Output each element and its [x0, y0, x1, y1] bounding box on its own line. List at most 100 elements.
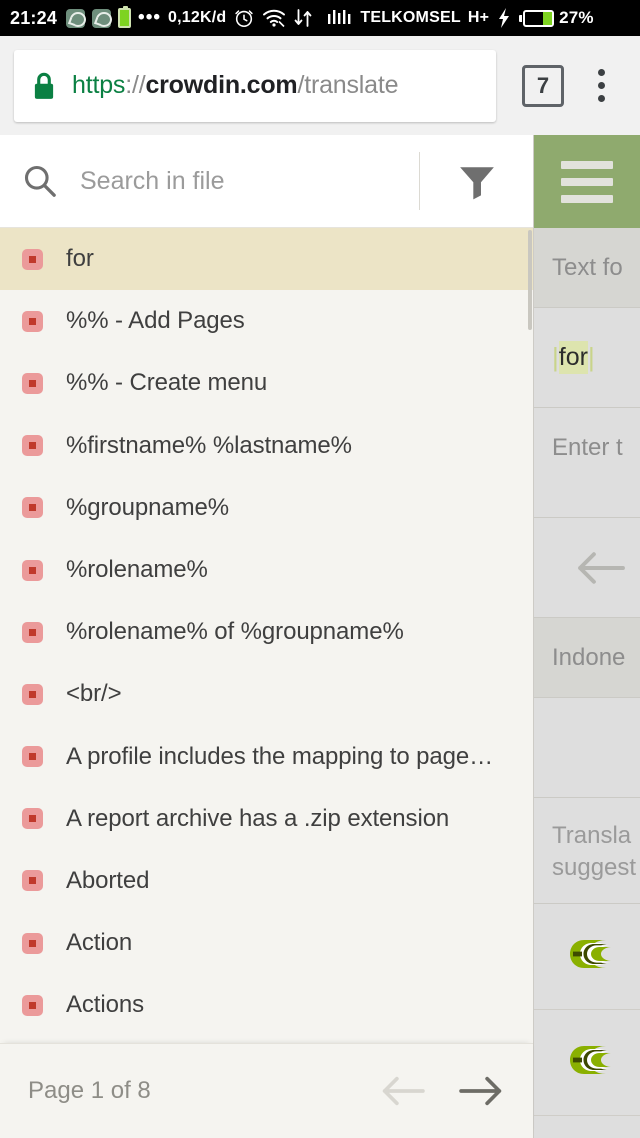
untranslated-status-icon	[22, 994, 43, 1016]
translation-input[interactable]: Enter t	[534, 408, 640, 518]
translation-panel: Text fo | for | Enter t Indone Transla sug…	[533, 135, 640, 1138]
panel-spacer	[534, 698, 640, 798]
list-scrollbar-thumb[interactable]	[528, 230, 532, 330]
status-dot	[29, 690, 36, 698]
string-row[interactable]: A profile includes the mapping to page…	[0, 726, 533, 788]
alarm-clock-icon	[233, 7, 255, 29]
highlight-start-marker: |	[552, 342, 559, 372]
list-scrollbar[interactable]	[528, 228, 533, 1043]
android-status-bar: 21:24 ••• 0,12K/d TELKOMSEL H+ 27%	[0, 0, 640, 36]
status-dot	[29, 1001, 36, 1009]
untranslated-status-icon	[22, 435, 43, 457]
string-row[interactable]: Action	[0, 912, 533, 974]
untranslated-status-icon	[22, 310, 43, 332]
battery-percent: 27%	[559, 8, 594, 27]
string-row[interactable]: Actions	[0, 974, 533, 1036]
string-label: %rolename%	[66, 556, 208, 584]
untranslated-status-icon	[22, 932, 43, 954]
string-row[interactable]: %rolename% of %groupname%	[0, 601, 533, 663]
string-row[interactable]: %% - Create menu	[0, 352, 533, 414]
pager-controls	[377, 1065, 507, 1117]
address-bar[interactable]: https://crowdin.com/translate	[14, 49, 496, 122]
status-dot	[29, 255, 36, 263]
string-row[interactable]: A report archive has a .zip extension	[0, 788, 533, 850]
whatsapp-icon	[92, 8, 112, 28]
untranslated-status-icon	[22, 559, 43, 581]
string-label: A report archive has a .zip extension	[66, 804, 450, 832]
string-label: Actions	[66, 991, 145, 1019]
suggestions-header-line2: suggest	[552, 854, 637, 882]
status-dot	[29, 566, 36, 574]
data-transfer-icon	[293, 7, 313, 29]
battery-terminal	[519, 14, 523, 22]
strings-panel: for %% - Add Pages %% - Create menu %firstn…	[0, 135, 533, 1138]
untranslated-status-icon	[22, 746, 43, 768]
search-icon[interactable]	[22, 163, 58, 199]
string-label: for	[66, 245, 94, 273]
suggestion-row[interactable]	[534, 1010, 640, 1116]
highlight-end-marker: |	[587, 342, 595, 372]
url-text: https://crowdin.com/translate	[72, 71, 398, 100]
next-page-button[interactable]	[455, 1065, 507, 1117]
overflow-menu-icon[interactable]	[576, 61, 626, 111]
suggestions-header-line1: Transla	[552, 822, 632, 849]
search-bar	[0, 135, 533, 228]
untranslated-status-icon	[22, 621, 43, 643]
search-input[interactable]	[80, 166, 419, 196]
string-row[interactable]: %rolename%	[0, 539, 533, 601]
carrier-name: TELKOMSEL	[360, 9, 461, 26]
source-text-value: | for |	[534, 308, 640, 408]
string-row[interactable]: <br/>	[0, 663, 533, 725]
status-dot	[29, 317, 36, 325]
string-row[interactable]: %firstname% %lastname%	[0, 415, 533, 477]
page-indicator: Page 1 of 8	[28, 1077, 151, 1104]
status-dot	[29, 504, 36, 512]
browser-toolbar: https://crowdin.com/translate 7	[0, 36, 640, 135]
data-rate-text: 0,12K/d	[168, 9, 227, 26]
lock-icon[interactable]	[32, 71, 56, 101]
status-dot	[29, 939, 36, 947]
string-row[interactable]: Aborted	[0, 850, 533, 912]
source-text-highlight: for	[558, 341, 588, 374]
target-language-label[interactable]: Indone	[534, 618, 640, 698]
string-label: %firstname% %lastname%	[66, 431, 352, 459]
url-path: /translate	[297, 71, 399, 99]
untranslated-status-icon	[22, 248, 43, 270]
string-label: %groupname%	[66, 493, 229, 521]
notification-overflow-dots: •••	[138, 7, 162, 28]
string-label: Aborted	[66, 866, 150, 894]
string-row[interactable]: %% - Add Pages	[0, 290, 533, 352]
string-label: Action	[66, 929, 133, 957]
prev-page-button[interactable]	[377, 1065, 429, 1117]
status-dot	[29, 815, 36, 823]
url-host: crowdin.com	[145, 71, 298, 99]
untranslated-status-icon	[22, 372, 43, 394]
string-label: A profile includes the mapping to page…	[66, 742, 494, 770]
suggestions-header: Transla suggest	[534, 798, 640, 904]
battery-app-icon	[118, 6, 132, 28]
status-dot	[29, 628, 36, 636]
filter-funnel-icon[interactable]	[420, 135, 533, 228]
crowdin-translate-page: for %% - Add Pages %% - Create menu %firstn…	[0, 135, 640, 1138]
string-label: %% - Create menu	[66, 369, 268, 397]
status-dot	[29, 753, 36, 761]
status-dot	[29, 442, 36, 450]
suggestion-row[interactable]	[534, 904, 640, 1010]
battery-icon	[523, 9, 555, 27]
untranslated-status-icon	[22, 683, 43, 705]
url-separator: ://	[125, 71, 146, 99]
network-type: H+	[467, 9, 490, 26]
strings-list[interactable]: for %% - Add Pages %% - Create menu %firstn…	[0, 228, 533, 1043]
crowdin-logo-icon	[566, 1042, 614, 1083]
string-row[interactable]: for	[0, 228, 533, 291]
untranslated-status-icon	[22, 808, 43, 830]
crowdin-logo-icon	[566, 936, 614, 977]
tab-switcher-button[interactable]: 7	[522, 64, 564, 107]
status-dot	[29, 379, 36, 387]
string-row[interactable]: %groupname%	[0, 477, 533, 539]
hamburger-menu-icon[interactable]	[534, 135, 640, 228]
status-time: 21:24	[10, 7, 58, 28]
signal-bars-icon	[327, 7, 353, 29]
back-button[interactable]	[534, 518, 640, 618]
string-label: %% - Add Pages	[66, 307, 245, 335]
